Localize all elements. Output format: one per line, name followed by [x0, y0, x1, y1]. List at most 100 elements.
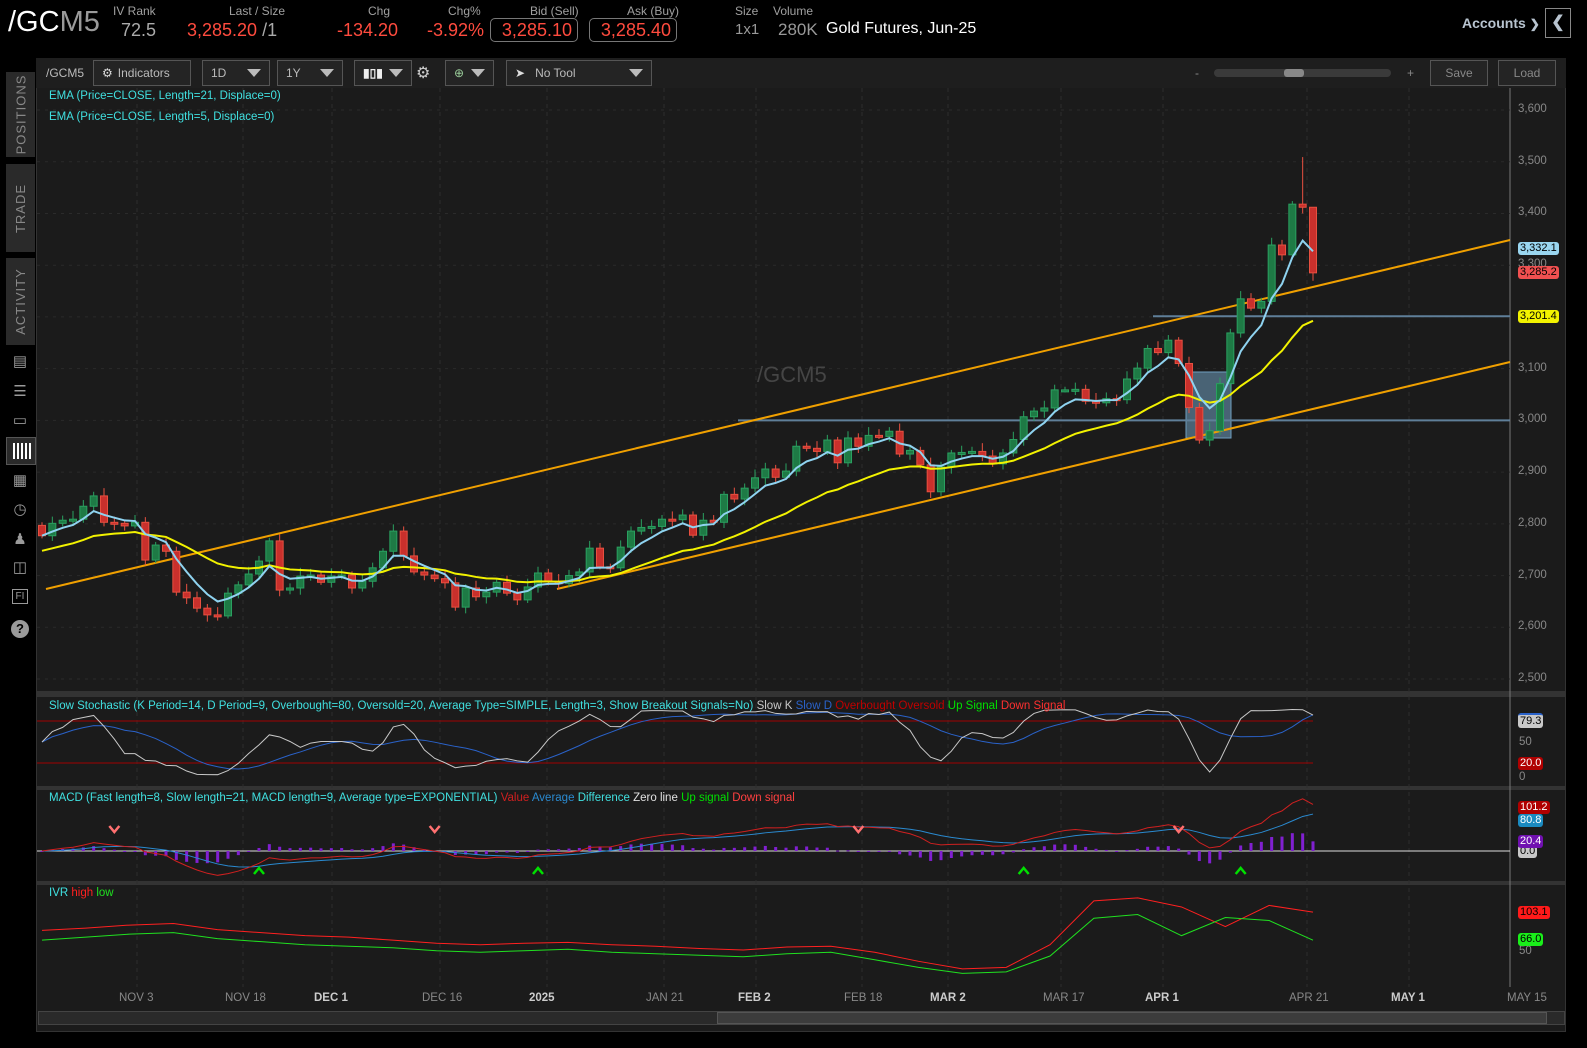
panel-bg — [37, 885, 1510, 987]
candle-down — [275, 540, 284, 591]
candle-up — [658, 518, 666, 527]
legend-slow-k: Slow K — [756, 700, 793, 712]
macd-histogram-bar — [226, 851, 230, 859]
candle-up — [69, 518, 77, 522]
ema5-legend[interactable]: EMA (Price=CLOSE, Length=5, Displace=0) — [49, 111, 274, 123]
candle-up — [1030, 410, 1038, 418]
legend-down-signal: Down signal — [732, 792, 795, 804]
legend-high: high — [71, 887, 94, 899]
legend-low: low — [96, 887, 114, 899]
macd-histogram-bar — [898, 851, 902, 855]
macd-histogram-bar — [1135, 848, 1139, 851]
candle-up — [957, 451, 966, 455]
macd-histogram-bar — [1228, 851, 1232, 853]
macd-histogram-bar — [1063, 844, 1067, 851]
candle-down — [1278, 244, 1286, 256]
macd-histogram-bar — [340, 848, 344, 851]
macd-histogram-bar — [1166, 846, 1170, 851]
macd-histogram-bar — [691, 848, 695, 851]
price-tick: 3,500 — [1518, 154, 1547, 167]
candle-up — [751, 477, 759, 489]
candle-up — [1143, 347, 1152, 369]
macd-histogram-bar — [526, 851, 530, 852]
macd-histogram-bar — [515, 851, 519, 853]
macd-histogram-bar — [216, 851, 220, 863]
macd-histogram-bar — [1177, 848, 1181, 851]
macd-histogram-bar — [298, 847, 302, 851]
candle-down — [141, 521, 150, 561]
candle-up — [1050, 389, 1059, 409]
legend-up-signal: Up Signal — [947, 700, 998, 712]
price-chart[interactable] — [0, 0, 1587, 1048]
macd-histogram-bar — [309, 847, 313, 851]
macd-histogram-bar — [1156, 846, 1160, 851]
macd-histogram-bar — [1073, 844, 1077, 851]
horizontal-scrollbar[interactable] — [38, 1011, 1565, 1025]
macd-legend[interactable]: MACD (Fast length=8, Slow length=21, MAC… — [49, 792, 795, 804]
price-tick: 3,100 — [1518, 361, 1547, 374]
stoch-axis-50: 50 — [1519, 736, 1532, 748]
candle-up — [48, 522, 57, 537]
scrollbar-thumb[interactable] — [717, 1012, 1547, 1024]
price-tick: 2,600 — [1518, 620, 1547, 633]
ivr-axis-50: 50 — [1519, 945, 1532, 957]
macd-histogram-bar — [908, 851, 912, 856]
macd-histogram-bar — [1280, 836, 1284, 851]
macd-histogram-bar — [484, 851, 488, 855]
candle-up — [937, 466, 945, 493]
candle-down — [503, 581, 511, 594]
macd-diff-tag: 20.4 — [1518, 835, 1544, 848]
macd-histogram-bar — [1022, 849, 1026, 851]
stoch-axis-0: 0 — [1519, 771, 1526, 783]
macd-histogram-bar — [784, 847, 788, 851]
macd-value-tag: 101.2 — [1518, 801, 1550, 814]
candle-up — [1205, 430, 1214, 441]
macd-histogram-bar — [505, 851, 509, 853]
candle-up — [761, 468, 770, 479]
candle-up — [906, 449, 914, 455]
chart-watermark: /GCM5 — [757, 362, 827, 387]
legend-value: Value — [500, 792, 530, 804]
macd-histogram-bar — [660, 843, 664, 851]
macd-histogram-bar — [1001, 851, 1005, 855]
macd-histogram-bar — [1239, 845, 1243, 851]
price-tick: 3,000 — [1518, 413, 1547, 426]
candle-down — [668, 518, 677, 522]
macd-histogram-bar — [670, 844, 674, 851]
candle-down — [193, 597, 201, 609]
candle-down — [1195, 406, 1204, 441]
macd-histogram-bar — [970, 851, 974, 856]
macd-histogram-bar — [1115, 851, 1119, 852]
ivr-title: IVR — [49, 887, 69, 899]
price-tick: 3,400 — [1518, 206, 1547, 219]
candle-up — [151, 544, 160, 561]
candle-up — [461, 587, 470, 608]
ema21-legend[interactable]: EMA (Price=CLOSE, Length=21, Displace=0) — [49, 90, 281, 102]
candle-up — [1267, 244, 1276, 302]
ema21-price-tag: 3,201.4 — [1518, 310, 1559, 323]
macd-histogram-bar — [949, 851, 953, 859]
candle-up — [1040, 407, 1049, 412]
macd-title: MACD (Fast length=8, Slow length=21, MAC… — [49, 792, 498, 804]
macd-histogram-bar — [92, 846, 96, 851]
candle-down — [833, 439, 842, 464]
candle-up — [1236, 298, 1245, 334]
macd-histogram-bar — [960, 851, 964, 857]
macd-histogram-bar — [371, 848, 375, 851]
price-tick: 2,700 — [1518, 568, 1547, 581]
date-tick: FEB 2 — [738, 992, 771, 1004]
macd-histogram-bar — [1290, 833, 1294, 851]
panel-bg — [37, 88, 1510, 691]
ivr-legend[interactable]: IVR high low — [49, 887, 114, 899]
candle-down — [410, 555, 418, 573]
price-tick: 2,900 — [1518, 465, 1547, 478]
candle-down — [1298, 203, 1307, 208]
candle-down — [875, 434, 883, 438]
stochastic-legend[interactable]: Slow Stochastic (K Period=14, D Period=9… — [49, 700, 1065, 712]
macd-histogram-bar — [1011, 851, 1015, 853]
date-tick: 2025 — [529, 992, 555, 1004]
candle-up — [358, 580, 367, 589]
macd-histogram-bar — [929, 851, 933, 861]
macd-histogram-bar — [495, 851, 499, 853]
macd-histogram-bar — [825, 847, 829, 851]
